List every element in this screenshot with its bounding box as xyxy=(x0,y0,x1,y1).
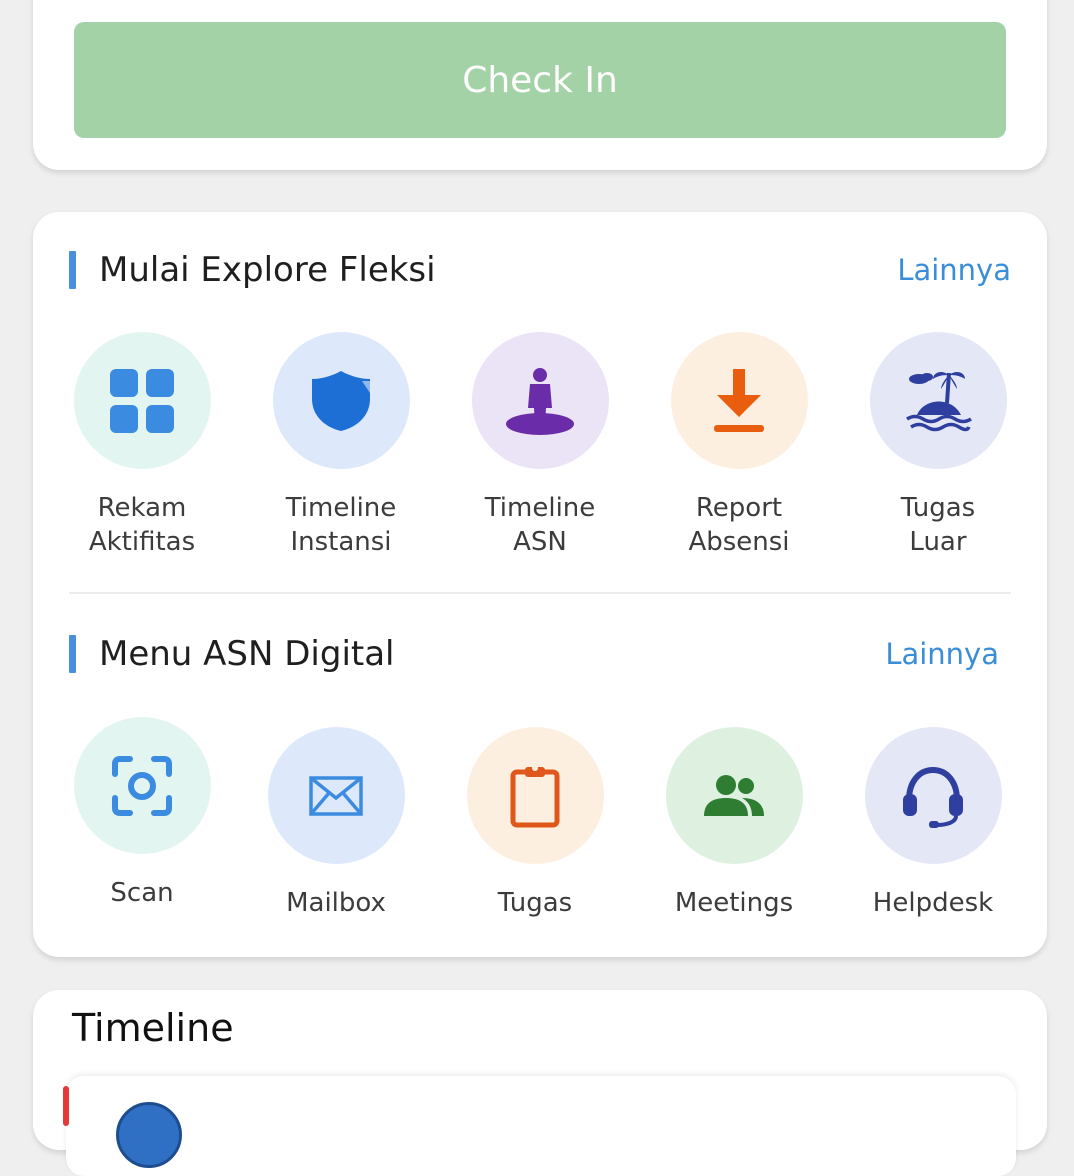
menu-icon-circle xyxy=(466,727,604,864)
menu-item-label: Tugas xyxy=(497,888,573,918)
menu-icon-circle xyxy=(73,717,211,854)
menu-item-tugas-luar[interactable]: Tugas Luar xyxy=(843,332,1033,559)
menu-icon-circle xyxy=(864,727,1002,864)
menu-item-label: Report Absensi xyxy=(688,493,790,557)
timeline-title: Timeline xyxy=(72,1006,234,1050)
grid-icon xyxy=(110,368,174,433)
menu-icon-circle xyxy=(272,332,410,469)
digital-section-header: Menu ASN Digital Lainnya xyxy=(69,632,1011,676)
menu-item-rekam-aktifitas[interactable]: Rekam Aktifitas xyxy=(47,332,237,559)
section-accent-bar xyxy=(69,251,76,289)
checkin-card: Check In xyxy=(33,0,1047,170)
menu-item-meetings[interactable]: Meetings xyxy=(639,727,829,920)
scan-icon xyxy=(112,755,172,816)
people-icon xyxy=(704,774,764,816)
menu-icon-circle xyxy=(73,332,211,469)
timeline-accent-bar xyxy=(63,1086,69,1126)
digital-more-link[interactable]: Lainnya xyxy=(885,632,999,676)
shield-icon xyxy=(312,370,370,431)
menu-item-report-absensi[interactable]: Report Absensi xyxy=(644,332,834,559)
menu-item-label: Timeline Instansi xyxy=(285,493,397,557)
menu-item-tugas[interactable]: Tugas xyxy=(440,727,630,920)
mail-icon xyxy=(309,775,363,816)
menu-item-label: Mailbox xyxy=(286,888,386,918)
menu-item-label: Timeline ASN xyxy=(484,493,596,557)
check-in-button[interactable]: Check In xyxy=(74,22,1006,138)
explore-section-title: Mulai Explore Fleksi xyxy=(99,250,436,290)
menu-icon-circle xyxy=(471,332,609,469)
island-icon xyxy=(906,371,972,431)
digital-section-title: Menu ASN Digital xyxy=(99,634,395,674)
menu-item-timeline-asn[interactable]: Timeline ASN xyxy=(445,332,635,559)
menu-item-helpdesk[interactable]: Helpdesk xyxy=(838,727,1028,920)
section-divider xyxy=(69,592,1011,594)
timeline-card: Timeline xyxy=(33,990,1047,1176)
menu-icon-circle xyxy=(869,332,1007,469)
menu-icon-circle xyxy=(267,727,405,864)
download-icon xyxy=(714,368,764,432)
menu-icon-circle xyxy=(670,332,808,469)
menu-item-label: Meetings xyxy=(674,888,794,918)
menu-icon-circle xyxy=(665,727,803,864)
menu-item-mailbox[interactable]: Mailbox xyxy=(241,727,431,920)
section-accent-bar xyxy=(69,635,76,673)
clipboard-icon xyxy=(510,764,560,827)
menu-item-label: Rekam Aktifitas xyxy=(88,493,196,557)
avatar xyxy=(116,1102,182,1168)
timeline-item[interactable] xyxy=(63,1076,1016,1176)
menu-item-label: Scan xyxy=(110,878,174,908)
explore-section-header: Mulai Explore Fleksi Lainnya xyxy=(69,248,1011,292)
menu-item-timeline-instansi[interactable]: Timeline Instansi xyxy=(246,332,436,559)
headset-icon xyxy=(903,766,963,828)
explore-more-link[interactable]: Lainnya xyxy=(897,248,1011,292)
person-on-disc-icon xyxy=(506,367,574,435)
menu-card: Mulai Explore Fleksi Lainnya Rekam Aktif… xyxy=(33,212,1047,957)
menu-item-label: Tugas Luar xyxy=(900,493,976,557)
menu-item-scan[interactable]: Scan xyxy=(47,717,237,910)
menu-item-label: Helpdesk xyxy=(872,888,994,918)
